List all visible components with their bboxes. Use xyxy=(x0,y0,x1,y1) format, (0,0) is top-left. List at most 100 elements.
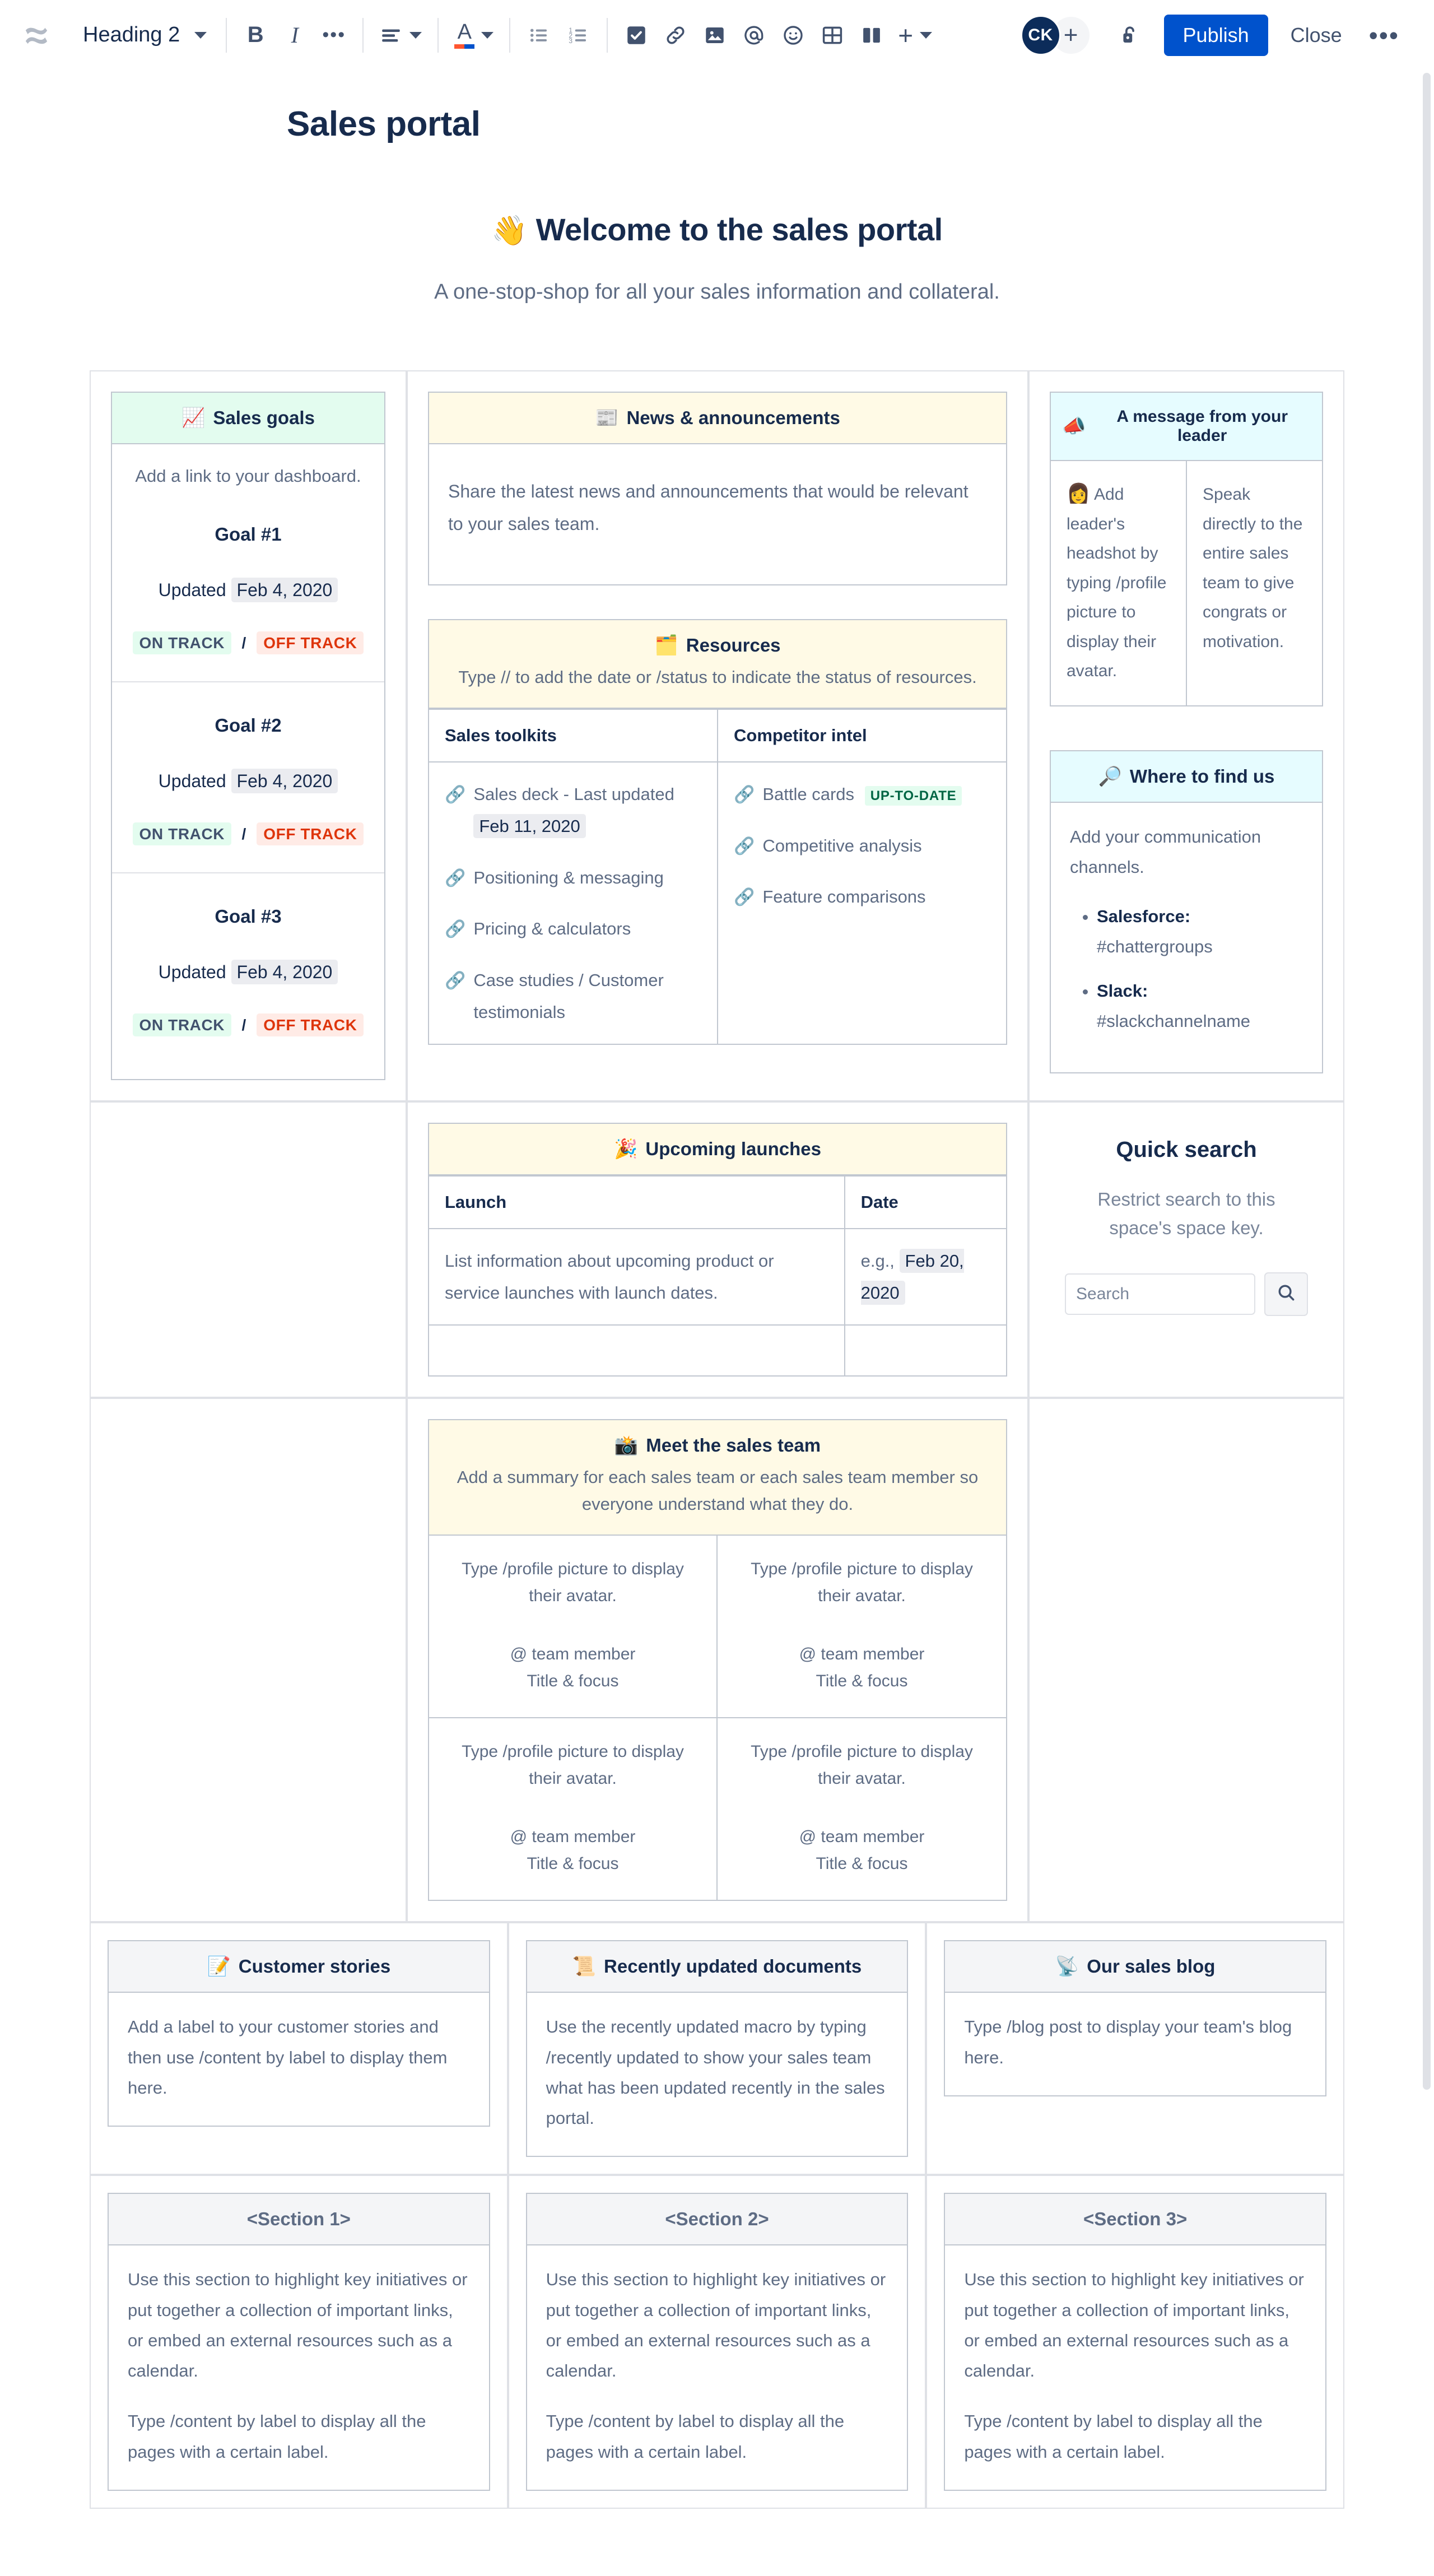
resources-header: 🗂️ Resources xyxy=(429,620,1006,664)
resource-link-label: Feature comparisons xyxy=(762,887,926,907)
off-track-badge[interactable]: OFF TRACK xyxy=(257,1013,364,1036)
hero-subtitle: A one-stop-shop for all your sales infor… xyxy=(434,280,1000,304)
italic-button[interactable]: I xyxy=(275,16,314,55)
emoji-button[interactable] xyxy=(774,16,813,55)
confluence-logo-icon[interactable] xyxy=(17,16,56,55)
layout-cell-empty-1 xyxy=(90,1101,407,1398)
resource-date-chip[interactable]: Feb 11, 2020 xyxy=(473,814,586,839)
status-separator: / xyxy=(241,1016,246,1034)
text-color-dropdown[interactable]: A xyxy=(448,16,500,55)
section-panel: <Section 2> Use this section to highligh… xyxy=(525,2193,909,2491)
customer-stories-title: Customer stories xyxy=(238,1956,391,1977)
mention-at-icon xyxy=(742,24,766,47)
link-icon: 🔗 xyxy=(445,920,466,939)
close-button[interactable]: Close xyxy=(1276,15,1357,56)
link-icon: 🔗 xyxy=(445,785,466,805)
off-track-badge[interactable]: OFF TRACK xyxy=(257,822,364,845)
search-button[interactable] xyxy=(1264,1272,1308,1316)
launch-date-cell[interactable]: e.g., Feb 20, 2020 xyxy=(844,1227,1006,1326)
layout-cell-customer-stories: 📝 Customer stories Add a label to your c… xyxy=(90,1922,508,2175)
more-options-button[interactable]: ••• xyxy=(1357,15,1412,56)
text-align-dropdown[interactable] xyxy=(373,16,429,55)
heading-style-dropdown[interactable]: Heading 2 xyxy=(73,16,217,55)
resource-link[interactable]: 🔗 Competitive analysis xyxy=(734,830,990,862)
page-title[interactable]: Sales portal xyxy=(0,71,1434,144)
layout-row-5: <Section 1> Use this section to highligh… xyxy=(90,2175,1344,2509)
launch-date-prefix: e.g., xyxy=(860,1250,895,1271)
recent-docs-body[interactable]: Use the recently updated macro by typing… xyxy=(527,1993,907,2156)
team-avatar-hint: Type /profile picture to display their a… xyxy=(462,1742,684,1788)
section-body[interactable]: Use this section to highlight key initia… xyxy=(109,2245,489,2490)
quick-search-panel: Quick search Restrict search to this spa… xyxy=(1050,1123,1323,1316)
page-scrollbar[interactable] xyxy=(1423,73,1431,2090)
list-item[interactable]: Slack: #slackchannelname xyxy=(1097,976,1303,1037)
resource-link[interactable]: 🔗 Positioning & messaging xyxy=(445,862,701,894)
on-track-badge[interactable]: ON TRACK xyxy=(132,631,232,654)
more-formatting-button[interactable]: ••• xyxy=(314,16,353,55)
mention-button[interactable] xyxy=(734,16,774,55)
megaphone-emoji-icon: 📣 xyxy=(1062,416,1086,437)
leader-message-cell[interactable]: Speak directly to the entire sales team … xyxy=(1187,461,1322,705)
goal-status: ON TRACK / OFF TRACK xyxy=(118,1011,379,1039)
channel-name: Salesforce: xyxy=(1097,906,1191,926)
search-input[interactable] xyxy=(1065,1273,1255,1315)
section-body-paragraph-1: Use this section to highlight key initia… xyxy=(964,2270,1304,2381)
goal-date-chip[interactable]: Feb 4, 2020 xyxy=(231,578,338,602)
resource-link[interactable]: 🔗 Feature comparisons xyxy=(734,881,990,913)
section-body[interactable]: Use this section to highlight key initia… xyxy=(527,2245,907,2490)
team-avatar-hint: Type /profile picture to display their a… xyxy=(751,1560,973,1606)
leader-panel: 📣 A message from your leader 👩 Add leade… xyxy=(1050,392,1323,706)
page-restrictions-button[interactable] xyxy=(1110,16,1149,55)
numbered-list-button[interactable]: 123 xyxy=(558,16,598,55)
on-track-badge[interactable]: ON TRACK xyxy=(132,822,232,845)
goal-date-chip[interactable]: Feb 4, 2020 xyxy=(231,768,338,793)
text-align-icon xyxy=(379,24,403,47)
link-button[interactable] xyxy=(656,16,695,55)
table-button[interactable] xyxy=(813,16,852,55)
on-track-badge[interactable]: ON TRACK xyxy=(132,1013,232,1036)
insert-more-dropdown[interactable]: + xyxy=(891,16,939,55)
avatar[interactable]: CK xyxy=(1020,15,1061,55)
table-icon xyxy=(821,24,844,47)
section-header: <Section 2> xyxy=(527,2194,907,2246)
resource-link[interactable]: 🔗 Sales deck - Last updated Feb 11, 2020 xyxy=(445,778,701,843)
resources-panel: 🗂️ Resources Type // to add the date or … xyxy=(428,619,1007,1045)
bullet-list-button[interactable] xyxy=(519,16,558,55)
section-body[interactable]: Use this section to highlight key initia… xyxy=(945,2245,1325,2490)
customer-stories-body[interactable]: Add a label to your customer stories and… xyxy=(109,1993,489,2126)
publish-button[interactable]: Publish xyxy=(1163,14,1268,56)
status-badge[interactable]: UP-TO-DATE xyxy=(864,786,962,806)
team-member-cell[interactable]: Type /profile picture to display their a… xyxy=(429,1718,718,1900)
resource-link[interactable]: 🔗 Pricing & calculators xyxy=(445,913,701,945)
task-button[interactable] xyxy=(617,16,656,55)
leader-avatar-hint-cell[interactable]: 👩 Add leader's headshot by typing /profi… xyxy=(1051,461,1187,705)
list-item[interactable]: Salesforce: #chattergroups xyxy=(1097,901,1303,962)
image-button[interactable] xyxy=(695,16,734,55)
resource-link[interactable]: 🔗 Case studies / Customer testimonials xyxy=(445,964,701,1029)
layout-cell-launches: 🎉 Upcoming launches Launch Date List inf… xyxy=(407,1101,1028,1398)
news-body[interactable]: Share the latest news and announcements … xyxy=(429,444,1006,584)
team-member-handle: @ team member xyxy=(799,1645,925,1664)
team-member-cell[interactable]: Type /profile picture to display their a… xyxy=(429,1536,718,1719)
insert-plus-label: + xyxy=(898,20,914,50)
layout-cell-leader-findus: 📣 A message from your leader 👩 Add leade… xyxy=(1028,370,1344,1101)
launch-description-cell-empty[interactable] xyxy=(429,1324,845,1376)
resources-col2-header: Competitor intel xyxy=(718,709,1006,763)
heading-style-label: Heading 2 xyxy=(83,23,180,47)
launch-description-cell[interactable]: List information about upcoming product … xyxy=(429,1227,845,1326)
resource-link[interactable]: 🔗 Battle cards UP-TO-DATE xyxy=(734,778,990,811)
layout-button[interactable] xyxy=(852,16,891,55)
goal-date-chip[interactable]: Feb 4, 2020 xyxy=(231,959,338,984)
layout-cell-empty-2 xyxy=(90,1398,407,1923)
team-member-cell[interactable]: Type /profile picture to display their a… xyxy=(718,1536,1006,1719)
resources-subtitle: Type // to add the date or /status to in… xyxy=(429,664,1006,709)
off-track-badge[interactable]: OFF TRACK xyxy=(257,631,364,654)
section-body-paragraph-2: Type /content by label to display all th… xyxy=(128,2411,426,2462)
sales-blog-body[interactable]: Type /blog post to display your team's b… xyxy=(945,1993,1325,2095)
section-panel: <Section 1> Use this section to highligh… xyxy=(108,2193,490,2491)
resource-link-label: Competitive analysis xyxy=(762,835,922,855)
bold-button[interactable]: B xyxy=(236,16,275,55)
team-grid: Type /profile picture to display their a… xyxy=(429,1536,1006,1900)
team-member-cell[interactable]: Type /profile picture to display their a… xyxy=(718,1718,1006,1900)
launch-date-cell-empty[interactable] xyxy=(844,1324,1006,1376)
